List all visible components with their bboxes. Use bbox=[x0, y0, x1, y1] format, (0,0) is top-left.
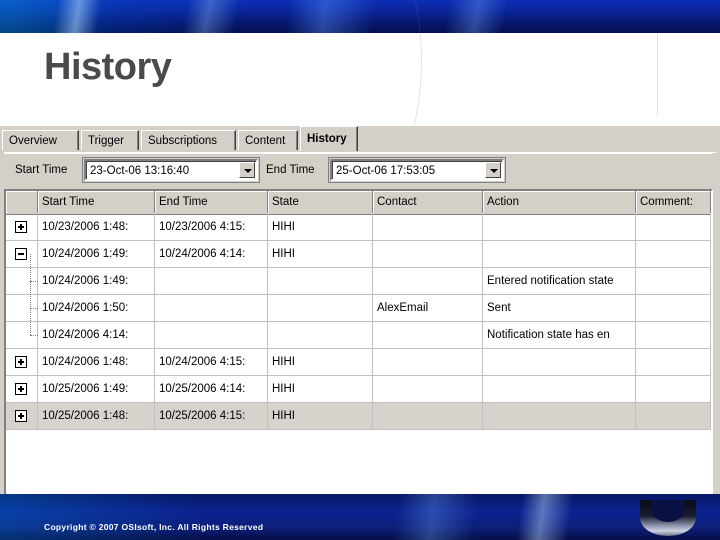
table-cell[interactable] bbox=[483, 349, 636, 375]
table-cell[interactable]: Sent bbox=[483, 295, 636, 321]
chevron-down-icon[interactable] bbox=[239, 162, 255, 178]
tab-subscriptions[interactable]: Subscriptions bbox=[141, 130, 236, 150]
column-header-comment[interactable]: Comment: bbox=[636, 191, 711, 213]
table-cell[interactable]: HIHI bbox=[268, 241, 373, 267]
table-cell[interactable] bbox=[636, 295, 711, 321]
table-cell[interactable] bbox=[373, 241, 483, 267]
table-row[interactable]: 10/25/2006 1:49: 10/25/2006 4:14: HIHI bbox=[6, 376, 711, 403]
table-cell[interactable] bbox=[373, 214, 483, 240]
table-cell[interactable] bbox=[373, 403, 483, 429]
table-cell[interactable]: 10/25/2006 1:49: bbox=[38, 376, 155, 402]
table-cell[interactable] bbox=[636, 268, 711, 294]
table-row[interactable]: 10/23/2006 1:48: 10/23/2006 4:15: HIHI bbox=[6, 214, 711, 241]
grid-empty-area bbox=[6, 439, 711, 499]
column-header-action[interactable]: Action bbox=[483, 191, 636, 213]
table-cell[interactable]: 10/25/2006 4:14: bbox=[155, 376, 268, 402]
expand-icon[interactable] bbox=[15, 383, 27, 395]
start-time-value: 23-Oct-06 13:16:40 bbox=[90, 165, 190, 177]
table-cell[interactable]: 10/24/2006 1:50: bbox=[38, 295, 155, 321]
grid-header-gutter bbox=[6, 191, 38, 213]
tab-content[interactable]: Content bbox=[238, 130, 298, 150]
expand-icon[interactable] bbox=[15, 410, 27, 422]
collapse-icon[interactable] bbox=[15, 248, 27, 260]
slide-canvas: History Overview Trigger Subscriptions C… bbox=[0, 0, 720, 540]
table-cell[interactable]: 10/23/2006 1:48: bbox=[38, 214, 155, 240]
column-header-state[interactable]: State bbox=[268, 191, 373, 213]
table-cell[interactable]: AlexEmail bbox=[373, 295, 483, 321]
page-title: History bbox=[44, 46, 172, 88]
table-row[interactable]: 10/24/2006 1:50: AlexEmail Sent bbox=[6, 295, 711, 322]
table-cell[interactable]: HIHI bbox=[268, 214, 373, 240]
table-cell[interactable]: 10/24/2006 4:14: bbox=[155, 241, 268, 267]
tab-overview[interactable]: Overview bbox=[2, 130, 79, 150]
expand-icon[interactable] bbox=[15, 356, 27, 368]
table-cell[interactable]: Entered notification state bbox=[483, 268, 636, 294]
history-grid[interactable]: Start Time End Time State Contact Action… bbox=[4, 189, 713, 501]
start-time-combo[interactable]: 23-Oct-06 13:16:40 bbox=[84, 159, 258, 181]
table-cell[interactable] bbox=[373, 268, 483, 294]
grid-body: 10/23/2006 1:48: 10/23/2006 4:15: HIHI 10/2… bbox=[6, 214, 711, 430]
table-cell[interactable]: HIHI bbox=[268, 349, 373, 375]
table-cell[interactable]: HIHI bbox=[268, 376, 373, 402]
slide-top-banner bbox=[0, 0, 720, 33]
table-cell[interactable]: 10/24/2006 1:49: bbox=[38, 241, 155, 267]
table-cell[interactable]: HIHI bbox=[268, 403, 373, 429]
table-cell[interactable] bbox=[373, 322, 483, 348]
end-time-combo[interactable]: 25-Oct-06 17:53:05 bbox=[330, 159, 504, 181]
grid-header-row: Start Time End Time State Contact Action… bbox=[6, 191, 711, 215]
table-cell[interactable]: Notification state has en bbox=[483, 322, 636, 348]
table-cell[interactable] bbox=[268, 322, 373, 348]
table-cell[interactable] bbox=[483, 376, 636, 402]
slide-bottom-banner bbox=[0, 494, 720, 540]
table-cell[interactable] bbox=[155, 322, 268, 348]
table-cell[interactable] bbox=[636, 349, 711, 375]
end-time-label: End Time bbox=[266, 164, 315, 176]
table-cell[interactable] bbox=[483, 403, 636, 429]
chevron-down-icon[interactable] bbox=[485, 162, 501, 178]
table-cell[interactable] bbox=[636, 376, 711, 402]
table-row[interactable]: 10/24/2006 1:49: 10/24/2006 4:14: HIHI bbox=[6, 241, 711, 268]
table-cell[interactable] bbox=[636, 241, 711, 267]
table-row[interactable]: 10/24/2006 1:49: Entered notification sta… bbox=[6, 268, 711, 295]
decorative-vertical-rule bbox=[657, 33, 658, 115]
tree-trunk-icon bbox=[30, 254, 32, 335]
table-cell[interactable] bbox=[636, 214, 711, 240]
column-header-end-time[interactable]: End Time bbox=[155, 191, 268, 213]
table-cell[interactable] bbox=[373, 376, 483, 402]
application-screenshot: Overview Trigger Subscriptions Content H… bbox=[0, 126, 720, 506]
table-cell[interactable] bbox=[636, 322, 711, 348]
tree-connector-icon bbox=[30, 335, 38, 337]
table-cell[interactable] bbox=[155, 295, 268, 321]
start-time-label: Start Time bbox=[15, 164, 68, 176]
table-cell[interactable] bbox=[636, 403, 711, 429]
table-cell[interactable]: 10/24/2006 4:14: bbox=[38, 322, 155, 348]
table-cell[interactable] bbox=[483, 241, 636, 267]
column-header-contact[interactable]: Contact bbox=[373, 191, 483, 213]
tab-history[interactable]: History bbox=[300, 126, 358, 151]
table-cell[interactable]: 10/24/2006 1:49: bbox=[38, 268, 155, 294]
table-cell[interactable]: 10/25/2006 1:48: bbox=[38, 403, 155, 429]
table-row[interactable]: 10/24/2006 1:48: 10/24/2006 4:15: HIHI bbox=[6, 349, 711, 376]
time-range-toolbar: Start Time 23-Oct-06 13:16:40 End Time 2… bbox=[4, 153, 712, 190]
expand-icon[interactable] bbox=[15, 221, 27, 233]
copyright-text: Copyright © 2007 OSIsoft, Inc. All Right… bbox=[44, 522, 264, 532]
table-cell[interactable]: 10/23/2006 4:15: bbox=[155, 214, 268, 240]
table-cell[interactable] bbox=[268, 268, 373, 294]
table-cell[interactable] bbox=[373, 349, 483, 375]
end-time-value: 25-Oct-06 17:53:05 bbox=[336, 165, 436, 177]
table-cell[interactable] bbox=[268, 295, 373, 321]
osisoft-logo bbox=[640, 500, 696, 536]
column-header-start-time[interactable]: Start Time bbox=[38, 191, 155, 213]
tab-trigger[interactable]: Trigger bbox=[81, 130, 139, 150]
table-cell[interactable]: 10/24/2006 1:48: bbox=[38, 349, 155, 375]
table-cell[interactable]: 10/24/2006 4:15: bbox=[155, 349, 268, 375]
table-row[interactable]: 10/25/2006 1:48: 10/25/2006 4:15: HIHI bbox=[6, 403, 711, 430]
table-cell[interactable] bbox=[483, 214, 636, 240]
table-cell[interactable] bbox=[155, 268, 268, 294]
table-cell[interactable]: 10/25/2006 4:15: bbox=[155, 403, 268, 429]
table-row[interactable]: 10/24/2006 4:14: Notification state has e… bbox=[6, 322, 711, 349]
